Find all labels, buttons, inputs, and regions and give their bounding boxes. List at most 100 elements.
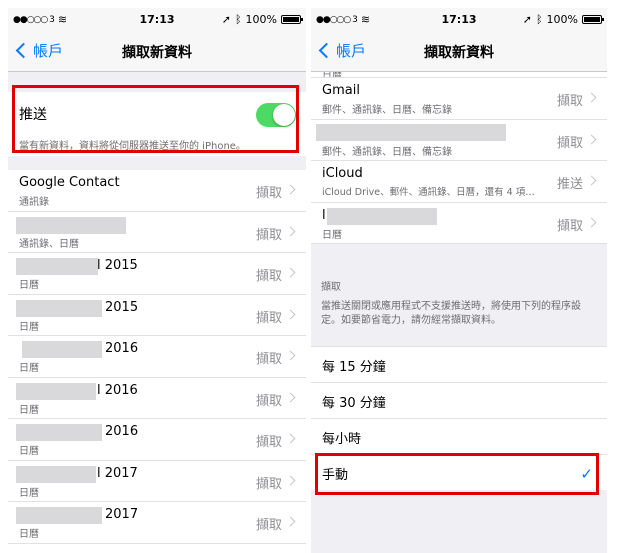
- redacted-name: [327, 207, 437, 225]
- account-row-gmail[interactable]: Gmail 郵件、通訊錄、日曆、備忘錄 擷取: [311, 78, 607, 120]
- status-bar: ●●○○○ 3 ≋ 17:13 ➚ ᛒ 100%: [8, 8, 306, 30]
- fetch-mode: 擷取: [556, 135, 583, 151]
- account-title: l 2017: [97, 465, 138, 481]
- status-bar: ●●○○○ 3 ≋ 17:13 ➚ ᛒ 100%: [311, 8, 607, 30]
- chevron-right-icon: [586, 175, 597, 186]
- account-title: l: [322, 207, 326, 223]
- redacted-name: [16, 507, 102, 524]
- fetch-mode: 擷取: [255, 393, 282, 409]
- account-subtitle: 日曆: [19, 280, 39, 291]
- chevron-right-icon: [285, 184, 296, 195]
- fetch-mode: 擷取: [255, 435, 282, 450]
- account-title: 2015: [105, 299, 139, 315]
- push-highlight: [12, 85, 299, 153]
- account-title: Google Contact: [19, 175, 120, 190]
- fetch-section-footer: 當推送關閉或應用程式不支援推送時，將使用下列的程序設定。如要節省電力，請勿經常擷…: [321, 301, 581, 326]
- account-row[interactable]: 2017 日曆 擷取: [8, 502, 306, 544]
- fetch-mode: 擷取: [255, 518, 282, 533]
- account-row[interactable]: l 日曆 擷取: [311, 203, 607, 244]
- accounts-list: Google Contact 通訊錄 擷取 通訊錄、日曆 擷取 l 2015 日…: [8, 170, 306, 553]
- account-subtitle: 通訊錄、日曆: [19, 238, 79, 250]
- account-subtitle: 日曆: [322, 229, 342, 241]
- fetch-mode: 擷取: [255, 476, 282, 492]
- page-title: 擷取新資料: [424, 45, 494, 61]
- account-subtitle: 日曆: [19, 363, 39, 374]
- chevron-right-icon: [285, 516, 296, 527]
- account-subtitle: 郵件、通訊錄、日曆、備忘錄: [322, 105, 452, 116]
- account-row-icloud[interactable]: iCloud iCloud Drive、郵件、通訊錄、日曆，還有 4 項… 推送: [311, 161, 607, 203]
- chevron-right-icon: [285, 392, 296, 402]
- account-title: 2017: [105, 507, 139, 522]
- account-subtitle: 日曆: [19, 487, 39, 499]
- fetch-mode: 擷取: [255, 227, 282, 243]
- battery-icon: [281, 15, 303, 24]
- chevron-right-icon: [285, 350, 296, 361]
- account-row[interactable]: 郵件、通訊錄、日曆、備忘錄 擷取: [311, 120, 607, 161]
- account-row[interactable]: 2016 日曆 擷取: [8, 336, 306, 378]
- redacted-name: [16, 382, 96, 400]
- chevron-right-icon: [586, 217, 597, 227]
- account-row[interactable]: l 2015 日曆 擷取: [8, 253, 306, 295]
- account-row[interactable]: 2016 日曆 擷取: [8, 419, 306, 461]
- account-title: 2016: [105, 341, 139, 356]
- fetch-mode: 推送: [556, 177, 583, 192]
- account-subtitle: 日曆: [19, 529, 39, 540]
- location-icon: ➚: [221, 13, 231, 26]
- account-subtitle: 日曆: [19, 321, 39, 333]
- account-title: iCloud: [322, 166, 363, 181]
- redacted-name: [16, 299, 102, 317]
- battery-percent: 100%: [245, 13, 277, 26]
- chevron-right-icon: [586, 92, 597, 103]
- account-title: l 2016: [97, 382, 138, 398]
- chevron-right-icon: [285, 267, 296, 278]
- account-subtitle: 通訊錄: [19, 197, 49, 208]
- page-title: 擷取新資料: [122, 45, 192, 61]
- location-icon: ➚: [522, 13, 532, 26]
- redacted-name: [16, 465, 96, 483]
- account-subtitle: 日曆: [19, 404, 39, 416]
- fetch-mode: 擷取: [255, 352, 282, 367]
- redacted-name: [16, 258, 98, 275]
- chevron-right-icon: [285, 433, 296, 444]
- fetch-mode: 擷取: [255, 269, 282, 284]
- redacted-name: [16, 424, 102, 441]
- right-screen: ●●○○○ 3 ≋ 17:13 ➚ ᛒ 100% 帳戶 擷取新資料 日曆 Gma…: [311, 8, 607, 553]
- account-row[interactable]: 2015 日曆 擷取: [8, 295, 306, 336]
- account-subtitle: iCloud Drive、郵件、通訊錄、日曆，還有 4 項…: [322, 187, 535, 198]
- option-label: 每 15 分鐘: [322, 360, 386, 375]
- chevron-right-icon: [285, 475, 296, 485]
- schedule-option[interactable]: 每 30 分鐘: [311, 383, 607, 419]
- nav-bar: 帳戶 擷取新資料: [311, 30, 607, 72]
- account-row[interactable]: l 2017 日曆 擷取: [8, 461, 306, 502]
- accounts-list: 日曆 Gmail 郵件、通訊錄、日曆、備忘錄 擷取 郵件、通訊錄、日曆、備忘錄 …: [311, 72, 607, 244]
- account-row[interactable]: 通訊錄、日曆 擷取: [8, 212, 306, 253]
- account-subtitle: 日曆: [19, 446, 39, 457]
- manual-highlight: [315, 453, 599, 495]
- fetch-mode: 擷取: [556, 218, 583, 234]
- redacted-name: [22, 341, 102, 358]
- redacted-name: [316, 123, 506, 141]
- account-row[interactable]: l 2016 日曆 擷取: [8, 378, 306, 419]
- fetch-mode: 擷取: [255, 310, 282, 326]
- left-screen: ●●○○○ 3 ≋ 17:13 ➚ ᛒ 100% 帳戶 擷取新資料 推送 當有新…: [8, 8, 306, 553]
- nav-bar: 帳戶 擷取新資料: [8, 30, 306, 72]
- account-subtitle: 郵件、通訊錄、日曆、備忘錄: [322, 146, 452, 158]
- bluetooth-icon: ᛒ: [234, 13, 242, 26]
- bluetooth-icon: ᛒ: [535, 13, 543, 26]
- schedule-option[interactable]: 每小時: [311, 419, 607, 455]
- redacted-name: [16, 216, 126, 234]
- fetch-mode: 擷取: [556, 94, 583, 109]
- account-row-google-contact[interactable]: Google Contact 通訊錄 擷取: [8, 170, 306, 212]
- battery-percent: 100%: [546, 13, 578, 26]
- battery-icon: [582, 15, 604, 24]
- chevron-right-icon: [285, 309, 296, 319]
- chevron-right-icon: [285, 226, 296, 236]
- fetch-section-header: 擷取: [321, 282, 341, 293]
- option-label: 每小時: [322, 432, 362, 447]
- option-label: 每 30 分鐘: [322, 396, 386, 411]
- account-title: 2016: [105, 424, 139, 439]
- schedule-option[interactable]: 每 15 分鐘: [311, 347, 607, 383]
- account-title: l 2015: [97, 258, 138, 273]
- fetch-mode: 擷取: [255, 186, 282, 201]
- account-title: Gmail: [322, 83, 360, 98]
